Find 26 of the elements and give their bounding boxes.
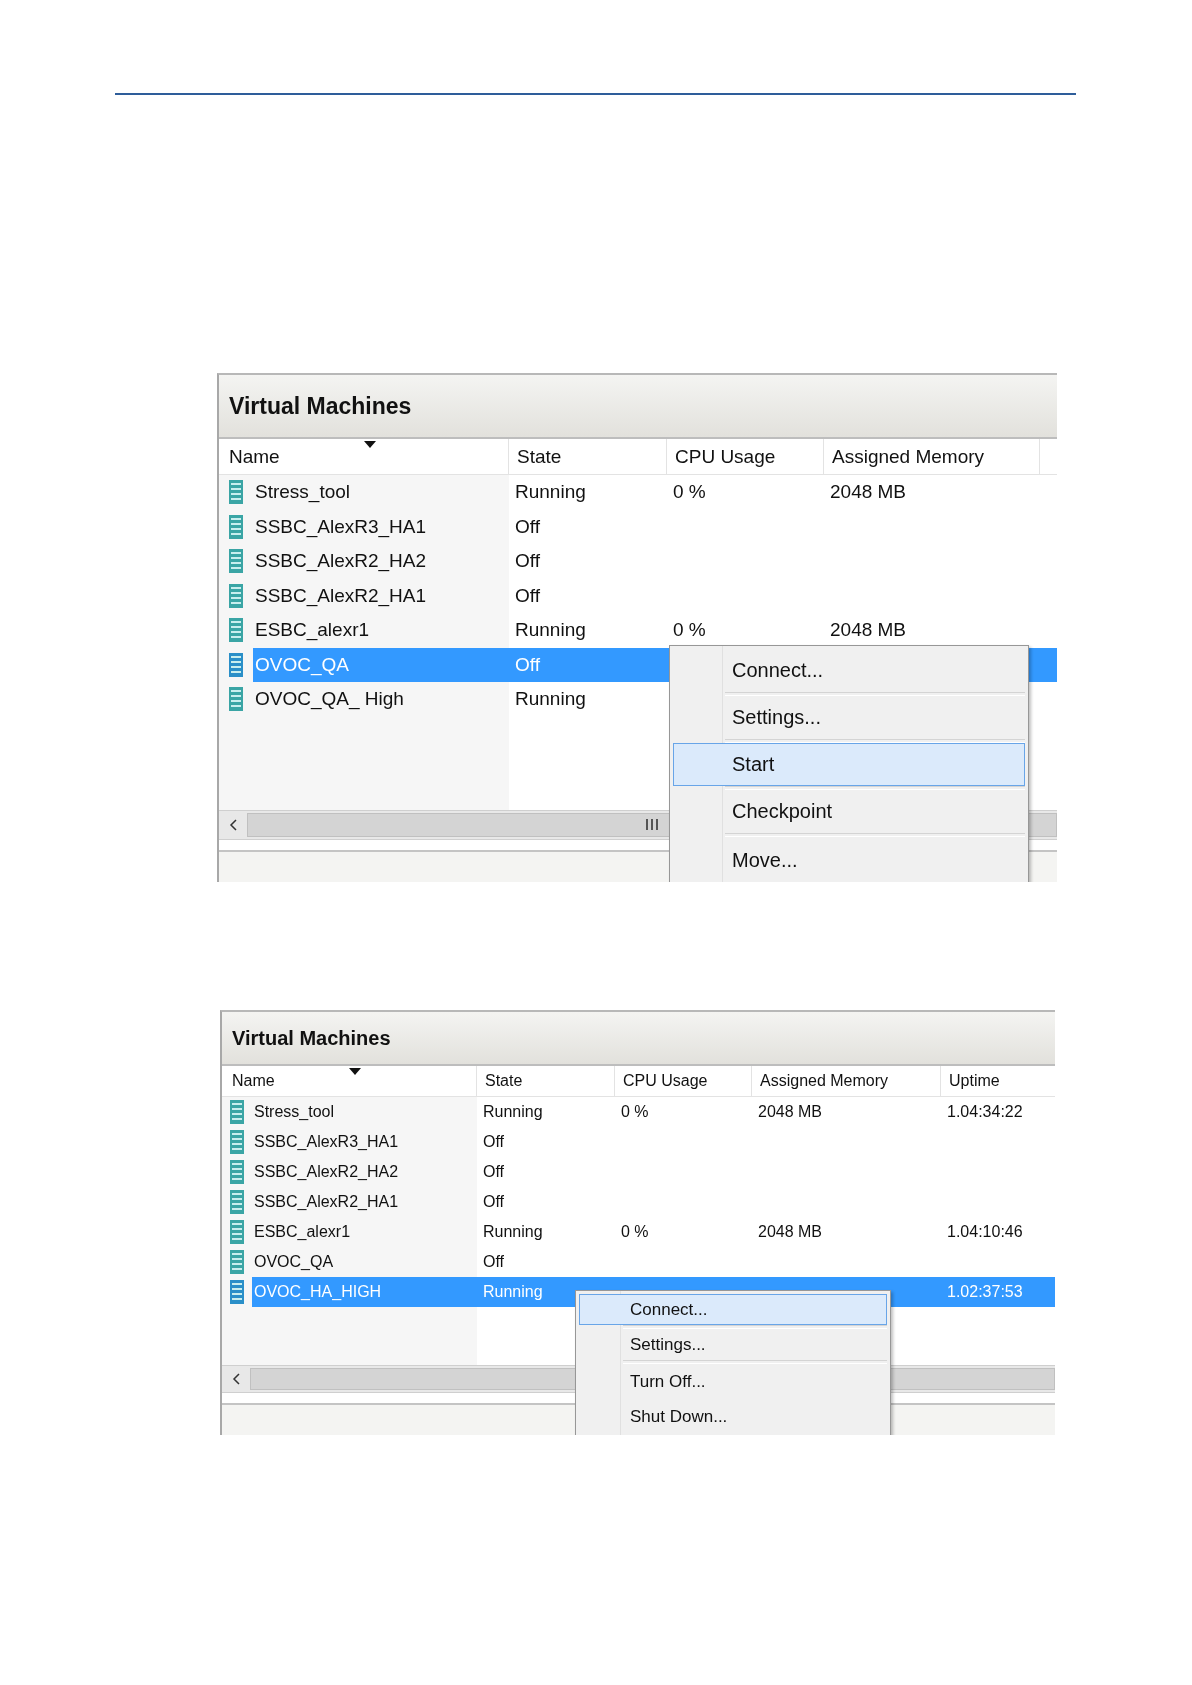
table-cell-text: 0 % bbox=[620, 1222, 650, 1242]
panel-title: Virtual Machines bbox=[232, 1026, 391, 1050]
table-cell-text: 2048 MB bbox=[829, 618, 908, 643]
table-cell-text: Off bbox=[482, 1252, 506, 1272]
table-cell-text: 2048 MB bbox=[829, 480, 908, 505]
table-cell-text: Off bbox=[514, 549, 541, 574]
table-cell: Off bbox=[509, 647, 667, 682]
table-cell-text: 1.04:34:22 bbox=[946, 1102, 1024, 1122]
table-cell-text: Running bbox=[482, 1222, 544, 1242]
table-cell-text: 0 % bbox=[620, 1102, 650, 1122]
table-cell-text: Off bbox=[482, 1192, 506, 1212]
table-cell-text: Running bbox=[482, 1102, 544, 1122]
table-cell-text: 1.04:10:46 bbox=[946, 1222, 1024, 1242]
table-cell-text: 0 % bbox=[672, 618, 707, 643]
table-cell-text: Off bbox=[482, 1132, 506, 1152]
table-cell-text: Running bbox=[514, 618, 587, 643]
panel-title: Virtual Machines bbox=[229, 392, 412, 420]
table-cell-text: Off bbox=[514, 583, 541, 608]
table-cell-text: Running bbox=[514, 687, 587, 712]
table-cell-text: Off bbox=[514, 514, 541, 539]
table-cell: 1.02:37:53 bbox=[941, 1277, 1055, 1307]
table-cell-text: Running bbox=[514, 480, 587, 505]
table-cell-text: 0 % bbox=[672, 480, 707, 505]
table-cell-text: 2048 MB bbox=[757, 1222, 824, 1242]
table-cell-text: 2048 MB bbox=[757, 1102, 824, 1122]
table-cell-text: Off bbox=[482, 1162, 506, 1182]
